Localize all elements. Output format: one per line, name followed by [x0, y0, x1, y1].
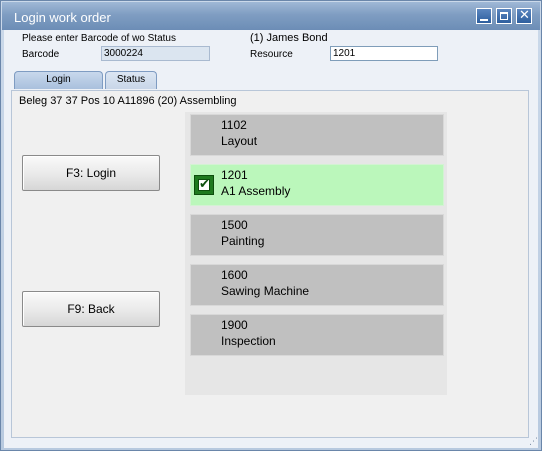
barcode-prompt: Please enter Barcode of wo Status: [22, 33, 176, 44]
maximize-icon: [500, 12, 508, 20]
resource-code: 1600: [221, 268, 248, 282]
resource-label: Resource: [250, 49, 293, 60]
resource-code: 1201: [221, 168, 248, 182]
login-work-order-window: Login work order ✕ Please enter Barcode …: [0, 0, 542, 451]
checkmark-icon: ✔: [199, 176, 210, 191]
barcode-field[interactable]: 3000224: [101, 46, 210, 61]
resource-field[interactable]: 1201: [330, 46, 438, 61]
resource-name: A1 Assembly: [221, 184, 291, 198]
tab-login[interactable]: Login: [14, 71, 103, 89]
title-bar[interactable]: Login work order ✕: [2, 2, 540, 30]
resource-item[interactable]: 1102 Layout: [190, 114, 444, 156]
login-button[interactable]: F3: Login: [22, 155, 160, 191]
resource-name: Inspection: [221, 334, 276, 348]
close-button[interactable]: ✕: [516, 7, 532, 24]
check-icon: ✔: [194, 175, 214, 195]
user-name: (1) James Bond: [250, 32, 328, 44]
work-order-info: Beleg 37 37 Pos 10 A11896 (20) Assemblin…: [19, 95, 237, 107]
tab-status[interactable]: Status: [105, 71, 157, 89]
maximize-button[interactable]: [496, 8, 512, 24]
resource-name: Painting: [221, 234, 265, 248]
minimize-icon: [480, 19, 488, 21]
resource-item[interactable]: 1900 Inspection: [190, 314, 444, 356]
window-title: Login work order: [14, 10, 111, 25]
resource-item[interactable]: 1500 Painting: [190, 214, 444, 256]
resource-item-selected[interactable]: ✔ 1201 A1 Assembly: [190, 164, 444, 206]
resource-code: 1500: [221, 218, 248, 232]
close-icon: ✕: [519, 7, 530, 22]
resource-item[interactable]: 1600 Sawing Machine: [190, 264, 444, 306]
back-button[interactable]: F9: Back: [22, 291, 160, 327]
barcode-label: Barcode: [22, 49, 60, 60]
resource-name: Sawing Machine: [221, 284, 310, 298]
resource-code: 1900: [221, 318, 248, 332]
resource-code: 1102: [221, 118, 247, 132]
resource-name: Layout: [221, 134, 258, 148]
minimize-button[interactable]: [476, 8, 492, 24]
resize-grip-icon[interactable]: ⋰: [529, 436, 538, 447]
